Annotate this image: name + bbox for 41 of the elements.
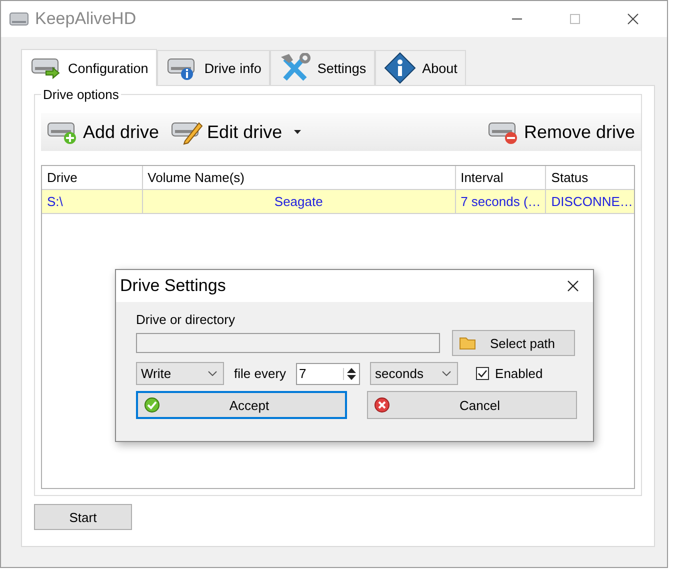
select-path-button[interactable]: Select path	[452, 330, 575, 356]
up-arrow-icon[interactable]	[347, 368, 356, 372]
field-label: file every	[234, 366, 286, 381]
tab[interactable]: Settings	[270, 50, 376, 85]
toolbar-button[interactable]: Remove drive	[486, 117, 637, 147]
group-title: Drive options	[41, 87, 121, 102]
start-button[interactable]: Start	[34, 504, 132, 530]
drive-icon	[9, 11, 29, 27]
column-header[interactable]: Status	[546, 166, 634, 189]
checkbox-label[interactable]: Enabled	[495, 366, 543, 381]
interval-spinner[interactable]: 7	[296, 362, 360, 384]
enabled-checkbox[interactable]	[476, 367, 490, 380]
folder-icon	[459, 336, 477, 350]
chevron-icon	[442, 371, 452, 376]
unit-dropdown[interactable]: seconds	[370, 362, 458, 385]
cancel-icon	[374, 397, 390, 413]
tab[interactable]: Drive info	[157, 50, 270, 85]
column-header[interactable]: Drive	[42, 166, 143, 189]
tab[interactable]: About	[375, 50, 466, 85]
column-header[interactable]: Interval	[456, 166, 546, 189]
cancel-button[interactable]: Cancel	[366, 391, 577, 419]
chevron-icon	[208, 371, 217, 376]
table-cell: 7 seconds (…	[456, 190, 546, 213]
column-header[interactable]: Volume Name(s)	[142, 166, 456, 189]
table-cell: Seagate	[142, 190, 456, 213]
dialog-title: Drive Settings	[120, 276, 226, 296]
close-icon[interactable]	[627, 13, 639, 25]
table-cell-text: DISCONNE…	[550, 193, 634, 211]
accept-button[interactable]: Accept	[136, 391, 347, 419]
field-label: Drive or directory	[136, 312, 236, 327]
tools-icon	[279, 53, 312, 83]
action-dropdown[interactable]: Write	[136, 362, 224, 385]
toolbar-button[interactable]: Edit drive	[169, 117, 304, 147]
close-icon[interactable]	[567, 280, 579, 292]
down-arrow-icon[interactable]	[347, 374, 356, 380]
toolbar-button[interactable]: Add drive	[45, 117, 162, 147]
table-cell: S:\	[42, 190, 143, 213]
check-icon	[144, 397, 160, 413]
window-title: KeepAliveHD	[35, 9, 136, 29]
tab[interactable]: Configuration	[21, 49, 158, 86]
caret-icon	[294, 130, 302, 134]
